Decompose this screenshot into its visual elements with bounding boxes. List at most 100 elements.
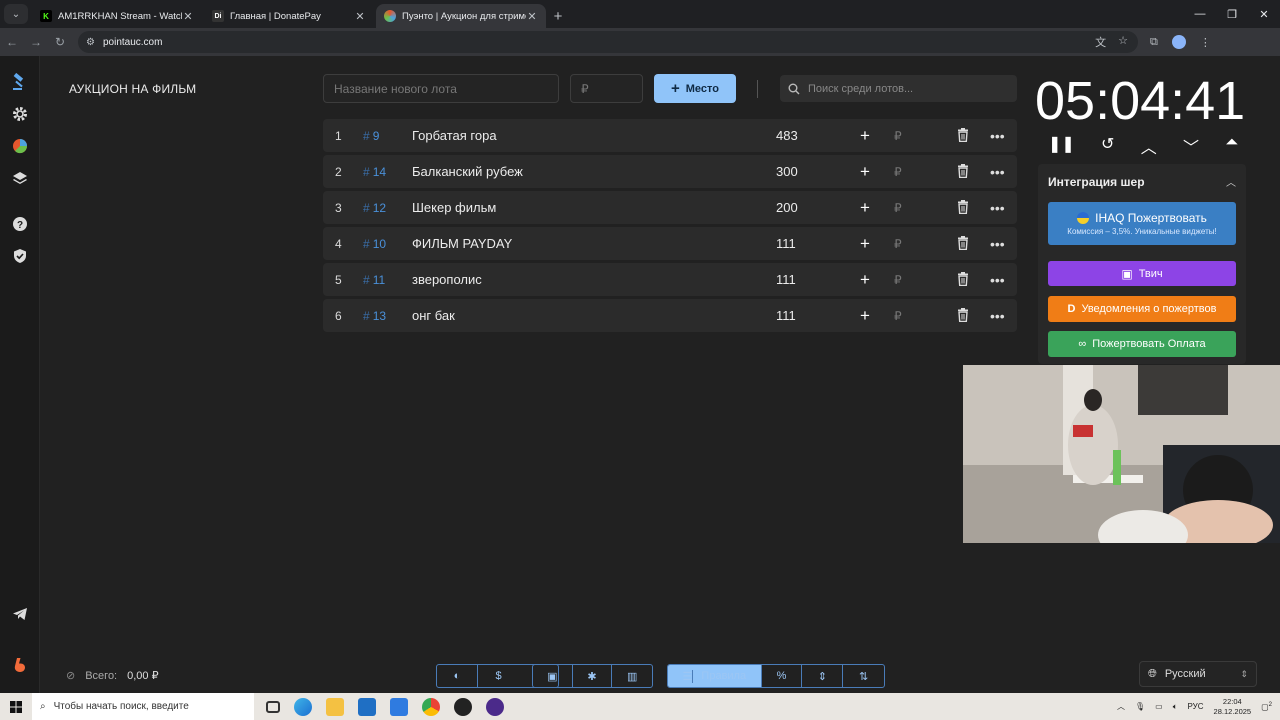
browser-tab-3[interactable]: Пуэнто | Аукцион для стримеров ✕ bbox=[376, 4, 546, 28]
more-options-icon[interactable]: ••• bbox=[990, 236, 1005, 252]
lot-amount-input[interactable]: ₽ bbox=[894, 273, 902, 287]
trash-icon[interactable] bbox=[957, 308, 969, 325]
lot-name[interactable]: онг бак bbox=[412, 308, 455, 323]
more-options-icon[interactable]: ••• bbox=[990, 164, 1005, 180]
translate-icon[interactable]: 文 bbox=[1095, 34, 1106, 50]
forward-icon[interactable]: → bbox=[24, 35, 48, 49]
gavel-icon[interactable] bbox=[10, 72, 30, 92]
task-view-icon[interactable] bbox=[266, 700, 280, 713]
close-window-icon[interactable]: ✕ bbox=[1248, 0, 1280, 28]
close-tab-icon[interactable]: ✕ bbox=[526, 10, 538, 23]
lot-amount-input[interactable]: ₽ bbox=[894, 237, 902, 251]
help-icon[interactable]: ? bbox=[10, 214, 30, 234]
reload-icon[interactable]: ↻ bbox=[48, 35, 72, 49]
trash-icon[interactable] bbox=[957, 164, 969, 181]
trash-icon[interactable] bbox=[957, 236, 969, 253]
lot-amount-input[interactable]: ₽ bbox=[570, 74, 643, 103]
language-select[interactable]: 🌐︎ Русский ⇕ bbox=[1139, 661, 1257, 687]
add-amount-plus-icon[interactable]: + bbox=[860, 162, 870, 182]
save-icon[interactable]: ▣ bbox=[533, 665, 573, 687]
percent-icon[interactable]: % bbox=[762, 665, 803, 687]
lot-row[interactable]: 3 #12 Шекер фильм 200 + ₽ ••• bbox=[323, 191, 1017, 224]
lot-name[interactable]: Шекер фильм bbox=[412, 200, 496, 215]
more-options-icon[interactable]: ••• bbox=[990, 128, 1005, 144]
more-options-icon[interactable]: ••• bbox=[990, 308, 1005, 324]
donationalerts-button[interactable]: D Уведомления о пожертвов bbox=[1048, 296, 1236, 322]
wheel-icon[interactable] bbox=[10, 136, 30, 156]
mic-icon[interactable]: 🎙︎ bbox=[1135, 702, 1145, 711]
extensions-icon[interactable]: ⧉ bbox=[1150, 36, 1158, 49]
boosty-icon[interactable] bbox=[10, 655, 30, 675]
lot-row[interactable]: 4 #10 ФИЛЬМ PAYDAY 111 + ₽ ••• bbox=[323, 227, 1017, 260]
trash-icon[interactable] bbox=[957, 272, 969, 289]
tray-chevron-icon[interactable]: ︿ bbox=[1117, 701, 1125, 712]
windows-start-icon[interactable] bbox=[0, 700, 32, 713]
lot-row[interactable]: 1 #9 Горбатая гора 483 + ₽ ••• bbox=[323, 119, 1017, 152]
edge-icon[interactable] bbox=[294, 697, 312, 716]
telegram-icon[interactable] bbox=[10, 604, 30, 624]
browser-tab-2[interactable]: Di Главная | DonatePay ✕ bbox=[204, 4, 374, 28]
clear-icon[interactable]: ▥ bbox=[612, 665, 652, 687]
volume-icon[interactable]: 🔈︎ bbox=[1173, 702, 1178, 712]
file-explorer-icon[interactable] bbox=[326, 697, 344, 716]
maximize-icon[interactable]: ❐ bbox=[1216, 0, 1248, 28]
notifications-icon[interactable]: ▢2 bbox=[1261, 702, 1272, 712]
lot-amount-input[interactable]: ₽ bbox=[894, 165, 902, 179]
reset-icon[interactable]: ↺ bbox=[1101, 134, 1114, 158]
add-amount-plus-icon[interactable]: + bbox=[860, 306, 870, 326]
add-amount-plus-icon[interactable]: + bbox=[860, 126, 870, 146]
store-icon[interactable] bbox=[358, 697, 376, 716]
close-tab-icon[interactable]: ✕ bbox=[182, 10, 194, 23]
bug-icon[interactable]: ✱ bbox=[573, 665, 613, 687]
lot-name[interactable]: зверополис bbox=[412, 272, 482, 287]
new-lot-name-input[interactable]: Название нового лота bbox=[323, 74, 559, 103]
chevron-down-icon[interactable]: ﹀ bbox=[1183, 134, 1199, 158]
lot-name[interactable]: Горбатая гора bbox=[412, 128, 497, 143]
network-icon[interactable]: ▭ bbox=[1155, 702, 1163, 711]
site-info-icon[interactable]: ⚙ bbox=[86, 37, 95, 48]
trash-icon[interactable] bbox=[957, 128, 969, 145]
taskbar-search[interactable]: ⌕ Чтобы начать поиск, введите bbox=[32, 693, 254, 720]
trash-icon[interactable] bbox=[957, 200, 969, 217]
input-language[interactable]: РУС bbox=[1188, 702, 1204, 711]
layers-icon[interactable] bbox=[10, 168, 30, 188]
sort-icon[interactable]: ⇅ bbox=[843, 665, 884, 687]
pause-icon[interactable]: ❚❚ bbox=[1048, 134, 1075, 158]
more-options-icon[interactable]: ••• bbox=[990, 272, 1005, 288]
new-tab-button[interactable]: + bbox=[548, 4, 568, 28]
chrome-icon[interactable] bbox=[422, 697, 440, 716]
more-options-icon[interactable]: ••• bbox=[990, 200, 1005, 216]
donatepay-button[interactable]: ∞ Пожертвовать Оплата bbox=[1048, 331, 1236, 357]
profile-avatar[interactable] bbox=[1171, 35, 1186, 49]
rules-button[interactable]: ☰ Правила bbox=[668, 665, 762, 687]
app-icon[interactable] bbox=[454, 697, 472, 716]
lot-search-input[interactable]: Поиск среди лотов... bbox=[780, 75, 1017, 102]
add-amount-plus-icon[interactable]: + bbox=[860, 198, 870, 218]
settings-gear-icon[interactable] bbox=[10, 104, 30, 124]
obs-icon[interactable] bbox=[486, 697, 504, 716]
lot-row[interactable]: 2 #14 Балканский рубеж 300 + ₽ ••• bbox=[323, 155, 1017, 188]
iq-donate-button[interactable]: IHAQ Пожертвовать Комиссия – 3,5%. Уника… bbox=[1048, 202, 1236, 245]
github-icon[interactable]: ◐ bbox=[437, 665, 478, 687]
browser-tab-1[interactable]: K AM1RRKHAN Stream - Watch L ✕ bbox=[32, 4, 202, 28]
add-place-button[interactable]: + Место bbox=[654, 74, 736, 103]
add-amount-plus-icon[interactable]: + bbox=[860, 270, 870, 290]
lot-row[interactable]: 5 #11 зверополис 111 + ₽ ••• bbox=[323, 263, 1017, 296]
dollar-icon[interactable]: $ bbox=[478, 665, 519, 687]
browser-menu-icon[interactable]: ⋮ bbox=[1200, 36, 1211, 49]
clock[interactable]: 22:04 28.12.2025 bbox=[1214, 697, 1252, 717]
close-tab-icon[interactable]: ✕ bbox=[354, 10, 366, 23]
shield-check-icon[interactable] bbox=[10, 246, 30, 266]
collapse-chevron-icon[interactable]: ︿ bbox=[1226, 174, 1236, 189]
address-bar[interactable]: ⚙ pointauc.com 文 ☆ bbox=[78, 31, 1138, 53]
chevron-up-icon[interactable]: ︿ bbox=[1141, 134, 1157, 158]
lot-name[interactable]: Балканский рубеж bbox=[412, 164, 523, 179]
bookmark-star-icon[interactable]: ☆ bbox=[1118, 34, 1128, 50]
twitch-button[interactable]: ▣ Твич bbox=[1048, 261, 1236, 286]
back-icon[interactable]: ← bbox=[0, 35, 24, 49]
lot-row[interactable]: 6 #13 онг бак 111 + ₽ ••• bbox=[323, 299, 1017, 332]
tab-search-button[interactable]: ⌄ bbox=[4, 4, 28, 24]
mail-icon[interactable] bbox=[390, 697, 408, 716]
lot-amount-input[interactable]: ₽ bbox=[894, 201, 902, 215]
eye-off-icon[interactable]: ⊘ bbox=[66, 669, 75, 682]
